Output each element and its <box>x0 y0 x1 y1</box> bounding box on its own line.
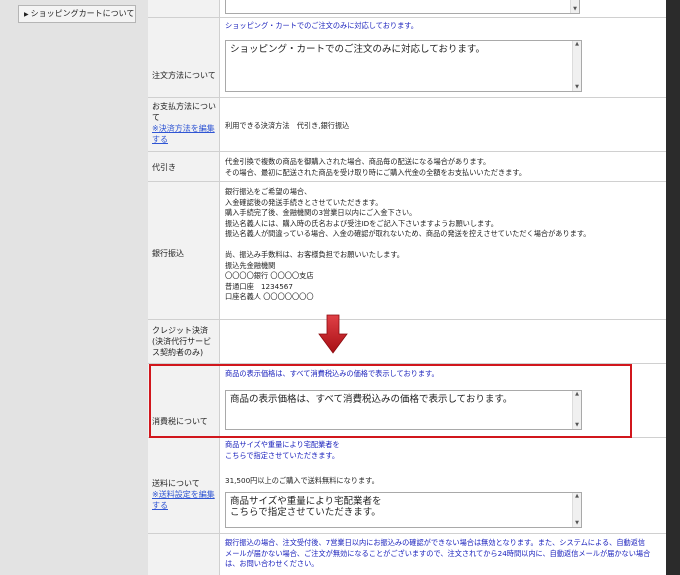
scroll-up-icon[interactable]: ▲ <box>574 42 580 47</box>
shipping-textarea[interactable]: 商品サイズや重量により宅配業者を こちらで指定させていただきます。 ▲ ▼ <box>225 492 582 528</box>
row-cancellation: 銀行振込の場合、注文受付後、7営業日以内にお振込みの確認ができない場合は無効とな… <box>148 534 666 575</box>
payment-text: 利用できる決済方法 代引き,銀行振込 <box>225 121 350 130</box>
credit-label: クレジット決済(決済代行サービス契約者のみ) <box>148 320 220 363</box>
triangle-right-icon: ▶ <box>24 11 29 18</box>
row-shipping: 送料について ※送料設定を編集する 商品サイズや重量により宅配業者を こちらで指… <box>148 438 666 534</box>
shipping-label: 送料について ※送料設定を編集する <box>148 438 220 533</box>
cancellation-label <box>148 534 220 575</box>
shipping-text: 商品サイズや重量により宅配業者を こちらで指定させていただきます。 <box>225 440 340 460</box>
top-partial-row: ▼ <box>148 0 666 18</box>
highlight-box <box>149 364 632 438</box>
scroll-down-icon[interactable]: ▼ <box>572 7 578 12</box>
row-bank-transfer: 銀行振込 銀行振込をご希望の場合、 入金確認後の発送手続きとさせていただきます。… <box>148 182 666 320</box>
row-cod: 代引き 代金引換で複数の商品を御購入された場合、商品毎の配送になる場合があります… <box>148 152 666 182</box>
textarea-scrollbar[interactable]: ▲ ▼ <box>572 41 581 91</box>
cod-text: 代金引換で複数の商品を御購入された場合、商品毎の配送になる場合があります。 その… <box>225 157 527 177</box>
scroll-down-icon[interactable]: ▼ <box>574 85 580 90</box>
shipping-note: 31,500円以上のご購入で送料無料になります。 <box>225 476 379 485</box>
page-right-edge <box>666 0 680 575</box>
arrow-down-icon <box>318 314 348 354</box>
sidebar: ▶ ショッピングカートについて <box>0 0 148 575</box>
sidebar-item-label: ショッピングカートについて <box>30 9 135 18</box>
order-method-text: ショッピング・カートでのご注文のみに対応しております。 <box>225 21 418 30</box>
textarea-scrollbar[interactable]: ▼ <box>570 0 579 13</box>
textarea-scrollbar[interactable]: ▲ ▼ <box>572 493 581 527</box>
scroll-down-icon[interactable]: ▼ <box>574 521 580 526</box>
order-method-textarea[interactable]: ショッピング・カートでのご注文のみに対応しております。 ▲ ▼ <box>225 40 582 92</box>
row-order-method: 注文方法について ショッピング・カートでのご注文のみに対応しております。 ショッ… <box>148 18 666 98</box>
cancellation-text: 銀行振込の場合、注文受付後、7営業日以内にお振込みの確認ができない場合は無効とな… <box>225 538 651 568</box>
bank-transfer-text: 銀行振込をご希望の場合、 入金確認後の発送手続きとさせていただきます。 購入手続… <box>225 187 591 301</box>
edit-shipping-link[interactable]: ※送料設定を編集する <box>152 489 217 511</box>
edit-payment-link[interactable]: ※決済方法を編集する <box>152 123 217 145</box>
row-payment: お支払方法について ※決済方法を編集する 利用できる決済方法 代引き,銀行振込 <box>148 98 666 152</box>
payment-label: お支払方法について ※決済方法を編集する <box>148 98 220 151</box>
settings-table: ▼ 注文方法について ショッピング・カートでのご注文のみに対応しております。 シ… <box>148 0 666 575</box>
top-textarea[interactable]: ▼ <box>225 0 580 14</box>
cod-label: 代引き <box>148 152 220 181</box>
row-credit: クレジット決済(決済代行サービス契約者のみ) <box>148 320 666 364</box>
order-method-label: 注文方法について <box>148 18 220 97</box>
row-label <box>148 0 220 17</box>
sidebar-item-shopping-cart[interactable]: ▶ ショッピングカートについて <box>18 5 136 23</box>
bank-transfer-label: 銀行振込 <box>148 182 220 319</box>
scroll-up-icon[interactable]: ▲ <box>574 494 580 499</box>
